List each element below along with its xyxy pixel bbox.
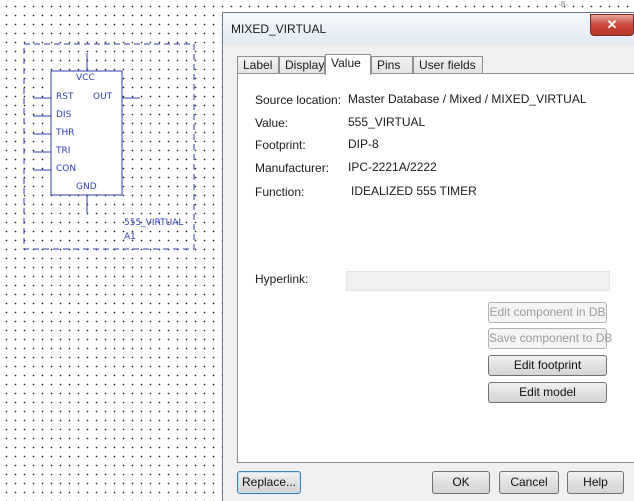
cancel-button[interactable]: Cancel [499, 471, 559, 494]
title-bar[interactable]: MIXED_VIRTUAL ✕ [223, 13, 634, 45]
ref-des-label[interactable]: A1 [124, 232, 136, 242]
tab-value[interactable]: Value [325, 54, 371, 75]
dialog-title: MIXED_VIRTUAL [231, 22, 327, 36]
pin-tri-label: TRI [56, 146, 71, 156]
pin-con-label: CON [56, 164, 77, 174]
close-icon: ✕ [606, 17, 618, 32]
background-window-control: -8- [558, 0, 568, 9]
edit-footprint-button[interactable]: Edit footprint [488, 355, 607, 376]
hyperlink-field[interactable] [346, 271, 610, 291]
tab-pins[interactable]: Pins [371, 56, 413, 74]
pin-out-label: OUT [93, 92, 113, 102]
pin-thr-label: THR [56, 128, 75, 138]
function-label: Function: [255, 185, 305, 199]
schematic-canvas[interactable]: VCC RST DIS THR TRI CON OUT GND 555_VIRT… [0, 0, 222, 501]
source-location-label: Source location: [255, 93, 342, 107]
pin-gnd-label: GND [76, 182, 97, 192]
properties-dialog: MIXED_VIRTUAL ✕ Label Display Value Pins… [222, 12, 634, 501]
manufacturer-label: Manufacturer: [255, 161, 330, 175]
save-component-to-db-button[interactable]: Save component to DB [488, 328, 612, 349]
edit-component-in-db-button[interactable]: Edit component in DB [488, 302, 607, 323]
tab-user-fields[interactable]: User fields [413, 56, 483, 74]
tab-display[interactable]: Display [279, 56, 325, 74]
help-button[interactable]: Help [567, 471, 624, 494]
footprint-value: DIP-8 [348, 137, 379, 151]
pin-vcc-label: VCC [76, 73, 95, 83]
part-value-label[interactable]: 555_VIRTUAL [124, 218, 183, 228]
value-label: Value: [255, 116, 289, 130]
pin-rst-label: RST [56, 92, 74, 102]
replace-button[interactable]: Replace... [237, 471, 301, 494]
source-location-value: Master Database / Mixed / MIXED_VIRTUAL [348, 92, 587, 106]
value-tab-panel: Source location: Master Database / Mixed… [237, 73, 634, 463]
tab-label[interactable]: Label [237, 56, 279, 74]
footprint-label: Footprint: [255, 138, 306, 152]
function-value: IDEALIZED 555 TIMER [351, 184, 477, 198]
value-value: 555_VIRTUAL [348, 115, 426, 129]
hyperlink-label: Hyperlink: [255, 272, 309, 286]
edit-model-button[interactable]: Edit model [488, 382, 607, 403]
ok-button[interactable]: OK [432, 471, 490, 494]
schematic-drawing [23, 43, 195, 250]
pin-dis-label: DIS [56, 110, 72, 120]
close-button[interactable]: ✕ [590, 14, 634, 36]
manufacturer-value: IPC-2221A/2222 [348, 160, 437, 174]
